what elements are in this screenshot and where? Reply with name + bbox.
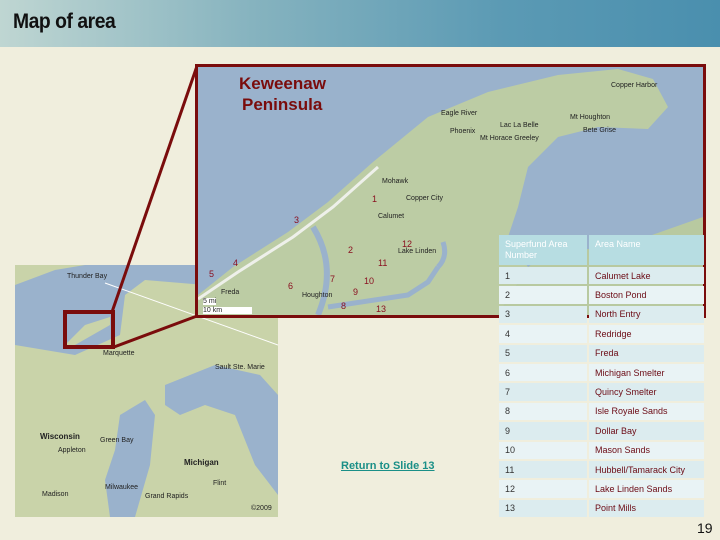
return-to-slide-link[interactable]: Return to Slide 13 [341,460,435,472]
site-marker: 10 [364,276,375,286]
superfund-areas-table: Superfund Area Number Area Name 1 Calumet… [497,233,706,519]
site-marker: 2 [348,245,354,255]
area-number-cell: 9 [499,422,587,440]
place-label: Mt Horace Greeley [480,135,539,142]
place-label: Freda [221,289,240,296]
area-number-cell: 10 [499,441,587,459]
place-label: Phoenix [450,128,476,135]
inset-map-title: Keweenaw Peninsula [239,73,326,115]
area-name-cell: Dollar Bay [589,422,704,440]
area-name-cell: North Entry [589,305,704,324]
site-marker: 9 [353,287,359,297]
area-number-cell: 7 [499,383,587,401]
scale-km: 10 km [203,307,253,314]
table-row: 1 Calumet Lake [499,267,704,285]
area-name-cell: Calumet Lake [589,267,704,285]
place-label: Bete Grise [583,127,617,134]
area-name-cell: Redridge [589,325,704,343]
site-marker: 11 [378,258,388,268]
page-number: 19 [697,520,713,536]
table-row: 8 Isle Royale Sands [499,402,704,421]
area-number-cell: 6 [499,363,587,382]
table-row: 10 Mason Sands [499,441,704,459]
table-row: 7 Quincy Smelter [499,383,704,401]
site-marker: 7 [330,274,336,284]
place-label: Lac La Belle [500,122,539,129]
table-row: 13 Point Mills [499,499,704,518]
area-number-cell: 3 [499,305,587,324]
site-marker: 5 [209,269,215,279]
table-row: 6 Michigan Smelter [499,363,704,382]
table-row: 4 Redridge [499,325,704,343]
place-label: Calumet [378,213,405,220]
inset-title-line: Keweenaw [239,74,326,93]
table-row: 2 Boston Pond [499,286,704,304]
site-marker: 3 [294,215,300,225]
area-number-cell: 5 [499,344,587,362]
site-marker: 1 [372,194,378,204]
table-row: 11 Hubbell/Tamarack City [499,460,704,479]
place-label: Mt Houghton [570,114,611,121]
place-label: Copper City [406,195,443,202]
table-row: 12 Lake Linden Sands [499,480,704,498]
zoom-area-marker [63,310,115,349]
column-header: Superfund Area Number [499,235,587,265]
inset-title-line: Peninsula [242,95,323,114]
area-number-cell: 12 [499,480,587,498]
table-row: 3 North Entry [499,305,704,324]
area-name-cell: Lake Linden Sands [589,480,704,498]
place-label: Eagle River [441,110,478,117]
site-marker: 8 [341,301,347,311]
area-name-cell: Mason Sands [589,441,704,459]
table-row: 9 Dollar Bay [499,422,704,440]
table-row: 5 Freda [499,344,704,362]
area-number-cell: 8 [499,402,587,421]
area-number-cell: 1 [499,267,587,285]
place-label: Lake Linden [398,248,437,255]
site-marker: 12 [402,239,413,249]
site-marker: 4 [233,258,239,268]
area-number-cell: 2 [499,286,587,304]
place-label: Houghton [302,292,333,299]
site-marker: 6 [288,281,294,291]
site-marker: 13 [376,304,387,314]
area-number-cell: 13 [499,499,587,518]
place-label: Copper Harbor [611,82,658,89]
scale-miles: 5 mi [203,298,217,305]
area-name-cell: Freda [589,344,704,362]
area-name-cell: Hubbell/Tamarack City [589,460,704,479]
area-name-cell: Isle Royale Sands [589,402,704,421]
column-header: Area Name [589,235,704,265]
area-number-cell: 11 [499,460,587,479]
area-number-cell: 4 [499,325,587,343]
area-name-cell: Boston Pond [589,286,704,304]
area-name-cell: Michigan Smelter [589,363,704,382]
area-name-cell: Quincy Smelter [589,383,704,401]
area-name-cell: Point Mills [589,499,704,518]
place-label: Mohawk [382,178,409,185]
